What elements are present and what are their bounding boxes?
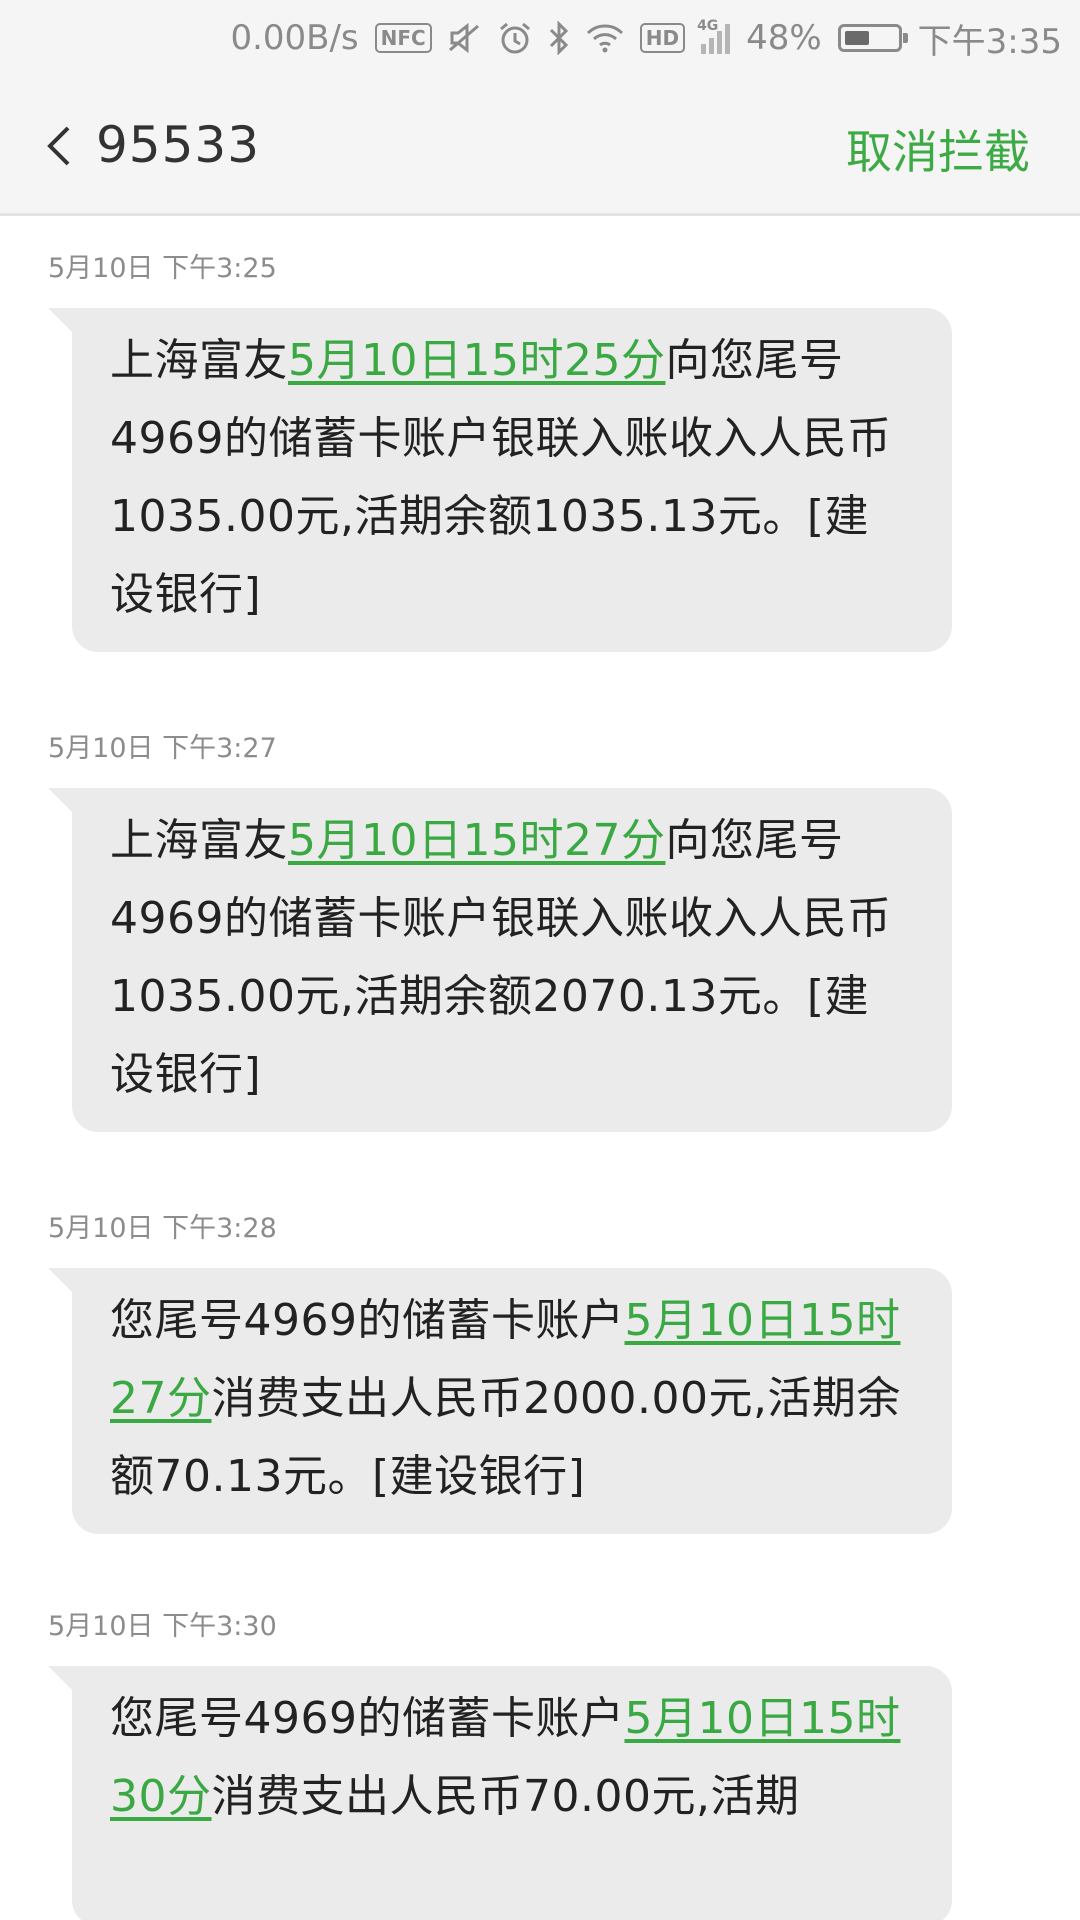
network-type: 4G	[697, 18, 719, 34]
message-timestamp: 5月10日 下午3:25	[48, 253, 277, 284]
message-timestamp: 5月10日 下午3:30	[48, 1611, 277, 1642]
message-bubble[interactable]: 您尾号4969的储蓄卡账户5月10日15时30分消费支出人民币70.00元,活期	[48, 1666, 952, 1920]
net-speed: 0.00B/s	[230, 18, 359, 58]
message-bubble[interactable]: 上海富友5月10日15时27分向您尾号4969的储蓄卡账户银联入账收入人民币10…	[48, 788, 952, 1132]
message-text: 上海富友	[110, 335, 288, 386]
date-link[interactable]: 5月10日15时25分	[288, 335, 665, 386]
bluetooth-icon	[548, 21, 570, 55]
battery-fill	[844, 31, 869, 45]
status-bar: 0.00B/s NFC HD 4G 48% 下午3:35	[0, 0, 1080, 76]
message-list[interactable]: 5月10日 下午3:25 上海富友5月10日15时25分向您尾号4969的储蓄卡…	[0, 216, 1080, 1920]
mute-icon	[448, 22, 482, 54]
alarm-icon	[498, 21, 532, 55]
nfc-icon: NFC	[374, 23, 432, 53]
signal-icon: 4G	[697, 18, 731, 54]
message-timestamp: 5月10日 下午3:28	[48, 1213, 277, 1244]
battery-percent: 48%	[746, 18, 822, 58]
message-timestamp: 5月10日 下午3:27	[48, 733, 277, 764]
message-text: 上海富友	[110, 815, 288, 866]
wifi-icon	[586, 23, 624, 53]
message-bubble[interactable]: 您尾号4969的储蓄卡账户5月10日15时27分消费支出人民币2000.00元,…	[48, 1268, 952, 1534]
conversation-header: 95533 取消拦截	[0, 76, 1080, 216]
date-link[interactable]: 5月10日15时27分	[288, 815, 665, 866]
unblock-button[interactable]: 取消拦截	[846, 116, 1030, 182]
hd-icon: HD	[639, 23, 686, 53]
message-text: 您尾号4969的储蓄卡账户	[110, 1693, 625, 1744]
message-bubble[interactable]: 上海富友5月10日15时25分向您尾号4969的储蓄卡账户银联入账收入人民币10…	[48, 308, 952, 652]
message-text: 您尾号4969的储蓄卡账户	[110, 1295, 625, 1346]
back-arrow-icon[interactable]	[40, 124, 80, 168]
contact-title: 95533	[96, 116, 261, 174]
status-time: 下午3:35	[917, 21, 1062, 62]
message-text: 消费支出人民币70.00元,活期	[211, 1771, 800, 1822]
battery-icon	[837, 24, 908, 52]
message-text: 消费支出人民币2000.00元,活期余额70.13元。[建设银行]	[110, 1373, 901, 1502]
